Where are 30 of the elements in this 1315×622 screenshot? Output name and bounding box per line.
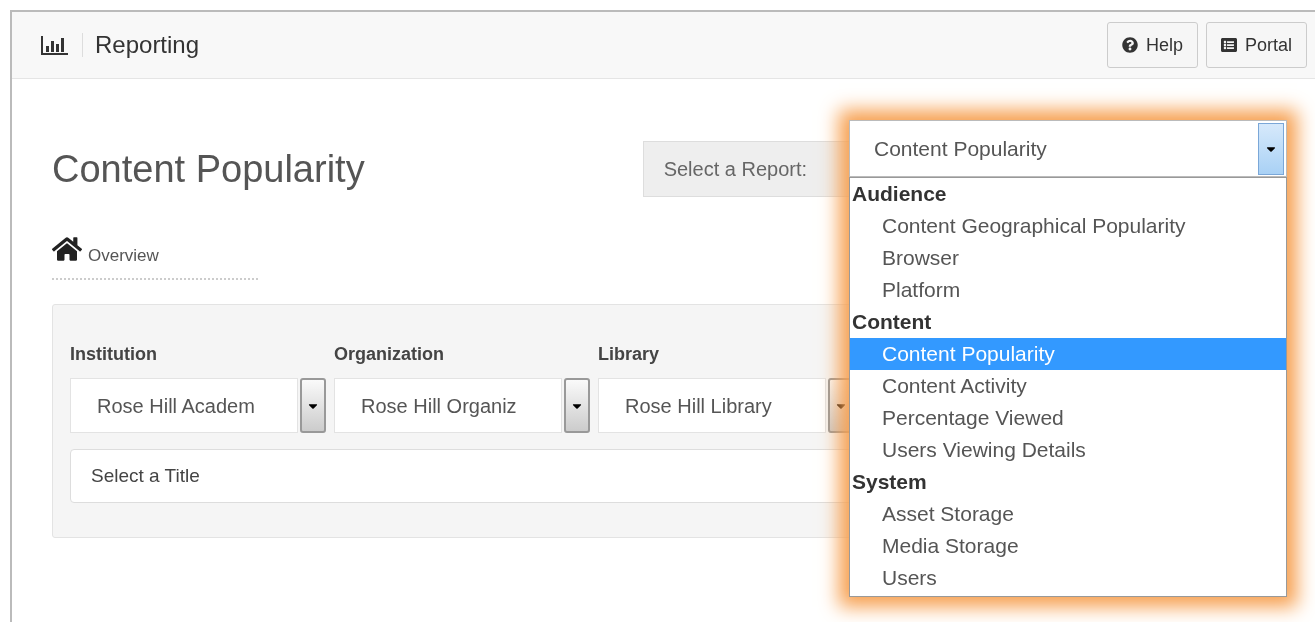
dropdown-option[interactable]: Content Activity: [850, 370, 1286, 402]
dropdown-option[interactable]: Platform: [850, 274, 1286, 306]
dropdown-button[interactable]: [300, 378, 326, 433]
home-icon: [52, 234, 82, 264]
group-heading: Content: [851, 309, 933, 336]
app-title: Reporting: [95, 30, 200, 60]
dropdown-option[interactable]: Content Geographical Popularity: [850, 210, 1286, 242]
dropdown-option[interactable]: Browser: [850, 242, 1286, 274]
help-button[interactable]: Help: [1106, 22, 1198, 68]
list-icon: [1220, 37, 1237, 53]
select-field[interactable]: Rose Hill Organiz: [334, 378, 562, 433]
dropdown-option[interactable]: Users: [850, 562, 1286, 594]
dropdown-option[interactable]: Percentage Viewed: [850, 402, 1286, 434]
filter-label: Organization: [334, 343, 445, 366]
select-field[interactable]: Rose Hill Library: [598, 378, 826, 433]
portal-button[interactable]: Portal: [1205, 22, 1307, 68]
dropdown-button[interactable]: [564, 378, 590, 433]
page-title: Content Popularity: [52, 150, 365, 188]
group-heading: System: [851, 469, 928, 496]
report-label: Select a Report:: [642, 141, 850, 197]
dropdown-button[interactable]: [1258, 123, 1284, 175]
dropdown-option[interactable]: Media Storage: [850, 530, 1286, 562]
help-icon: [1121, 37, 1138, 53]
bar-chart-icon: [40, 34, 70, 56]
select-field[interactable]: Rose Hill Academ: [70, 378, 298, 433]
filter-label: Institution: [70, 343, 158, 366]
breadcrumb-link[interactable]: Overview: [88, 242, 159, 268]
report-select[interactable]: Content Popularity: [849, 120, 1287, 177]
group-heading: Audience: [851, 181, 948, 208]
filter-label: Library: [598, 343, 661, 366]
